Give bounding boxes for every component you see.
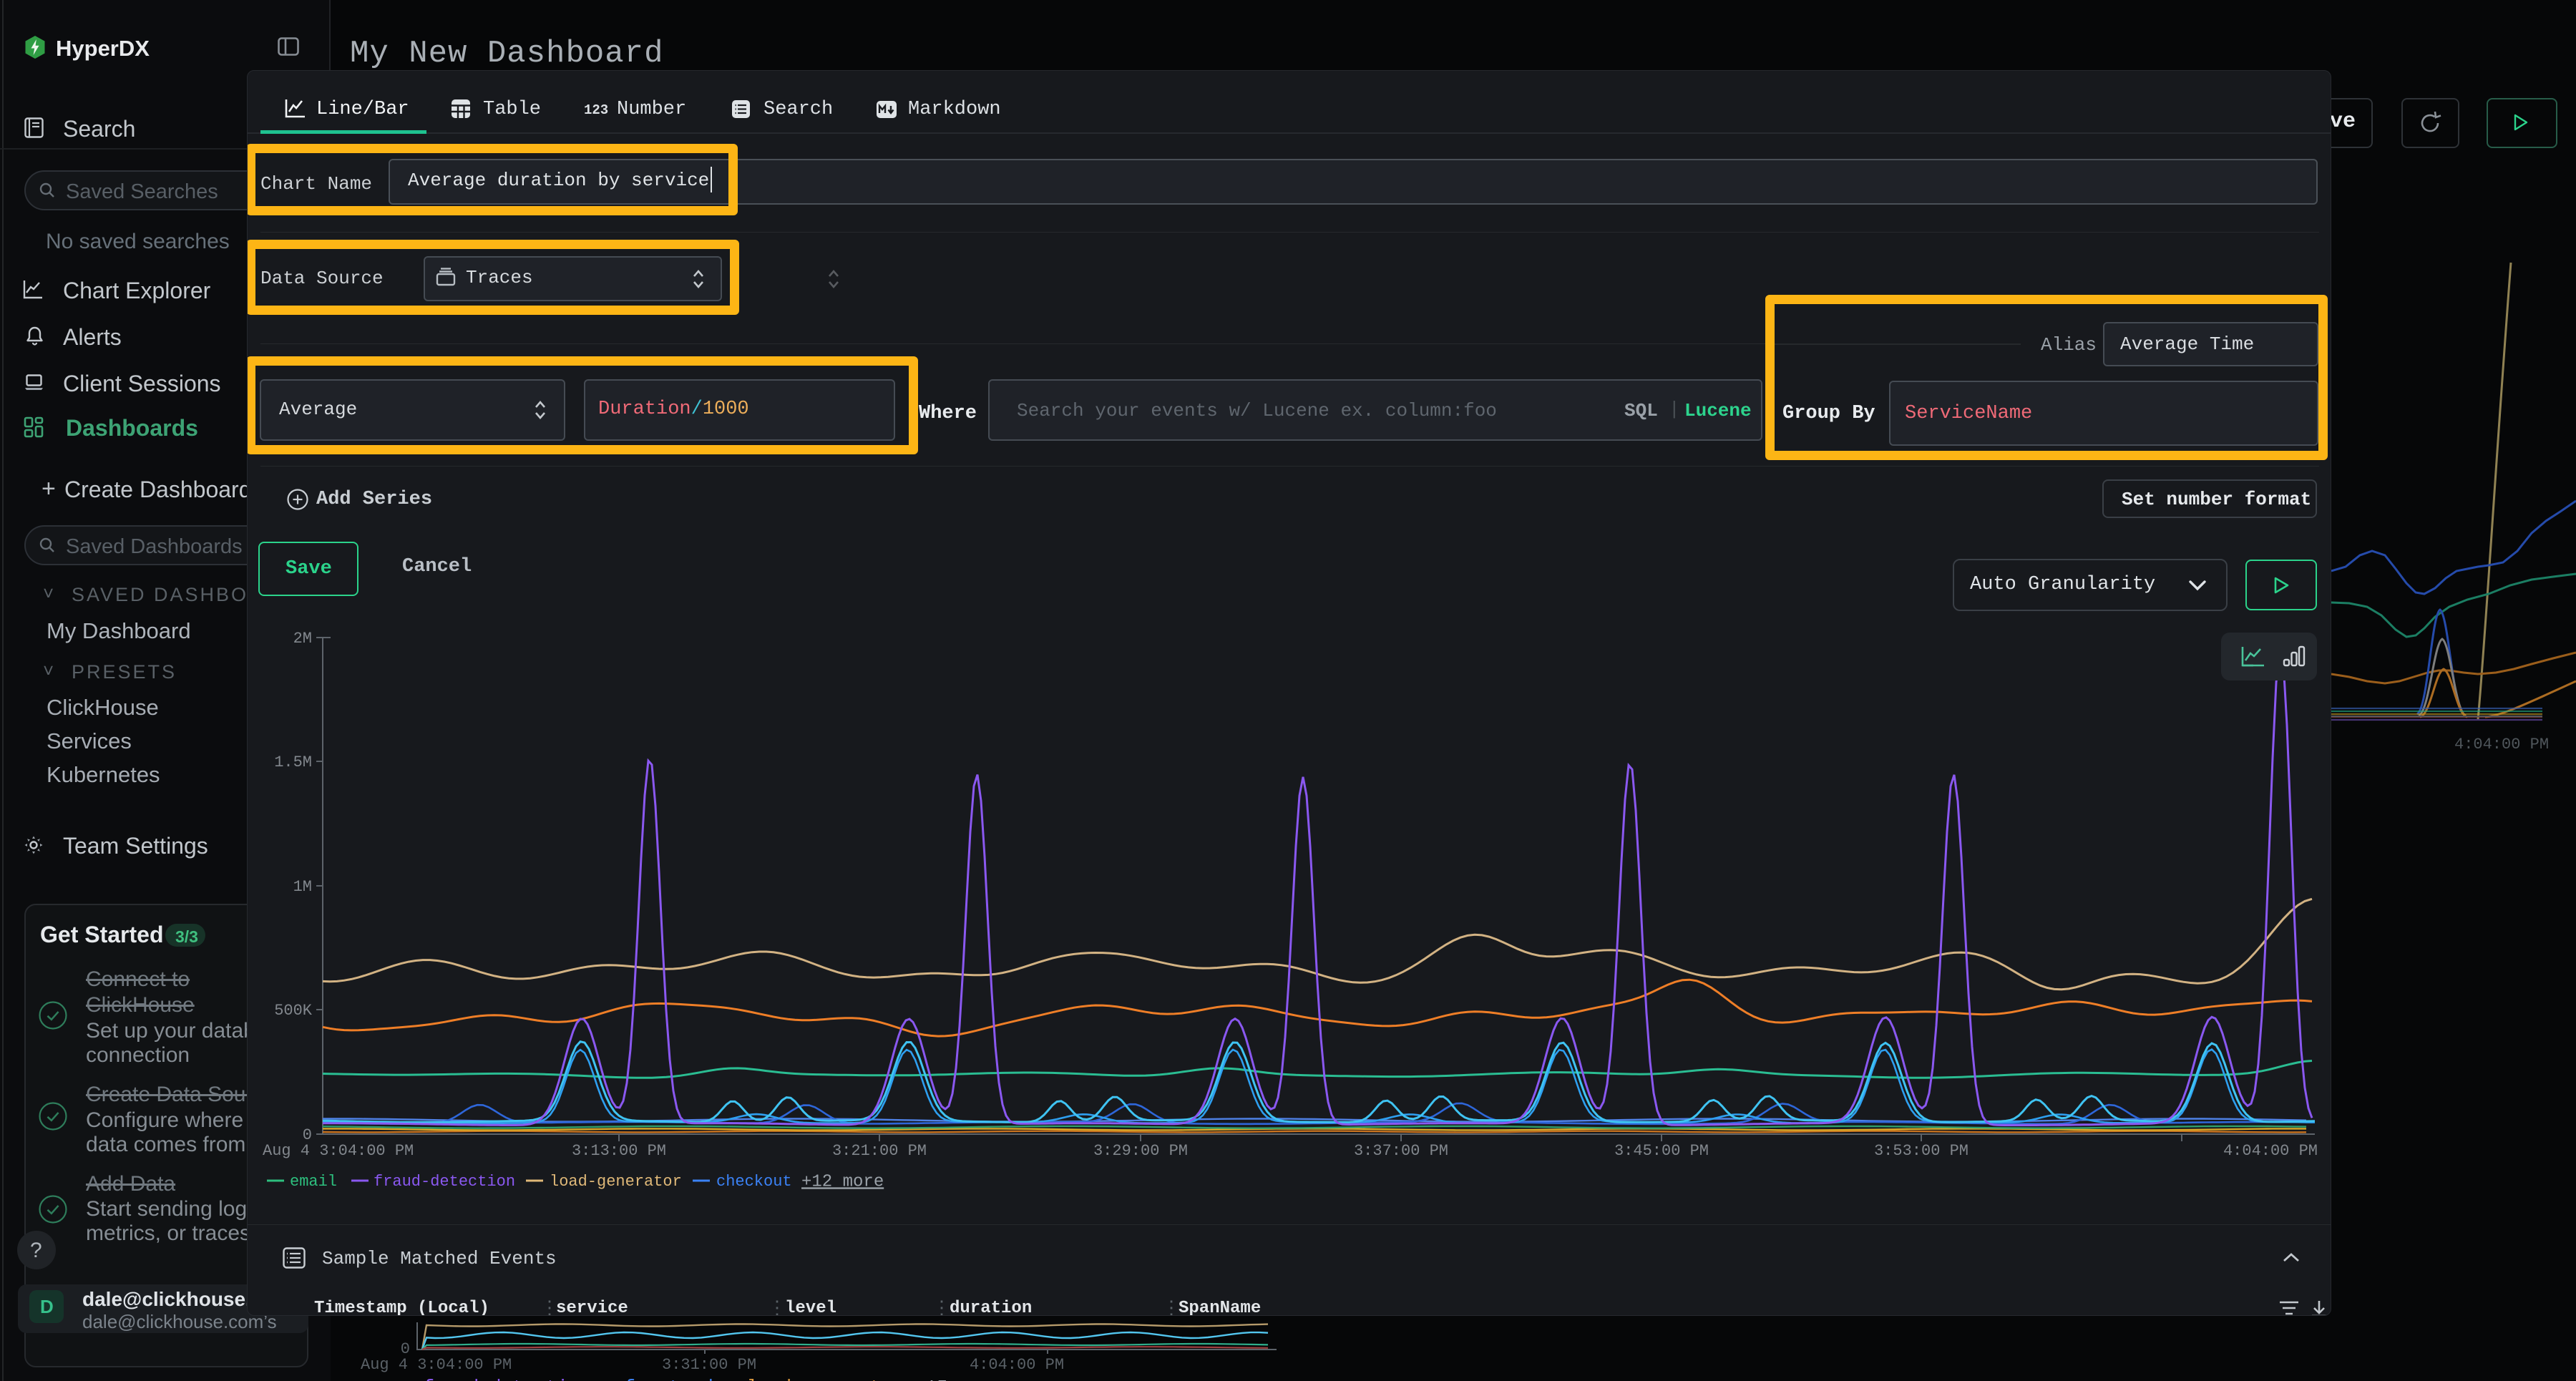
svg-text:4:04:00 PM: 4:04:00 PM [970,1356,1064,1374]
svg-text:Aug 4 3:04:00 PM: Aug 4 3:04:00 PM [361,1356,512,1374]
svg-text:+12 more: +12 more [801,1172,884,1191]
svg-text:load-generator: load-generator [550,1173,682,1191]
svg-text:3:29:00 PM: 3:29:00 PM [1093,1142,1188,1160]
svg-text:3:53:00 PM: 3:53:00 PM [1874,1142,1968,1160]
svg-text:3:21:00 PM: 3:21:00 PM [832,1142,927,1160]
svg-text:3:31:00 PM: 3:31:00 PM [662,1356,756,1374]
svg-text:3:37:00 PM: 3:37:00 PM [1354,1142,1448,1160]
svg-text:500K: 500K [274,1002,313,1020]
svg-text:email: email [290,1173,337,1191]
svg-text:checkout: checkout [716,1173,792,1191]
svg-text:4:04:00 PM: 4:04:00 PM [2223,1142,2318,1160]
svg-text:3:45:00 PM: 3:45:00 PM [1614,1142,1709,1160]
svg-text:fraud-detection: fraud-detection [374,1173,515,1191]
svg-text:3:13:00 PM: 3:13:00 PM [572,1142,666,1160]
svg-text:4:04:00 PM: 4:04:00 PM [2454,736,2549,753]
svg-text:— fraud-detection — frontend —: — fraud-detection — frontend — load-gene… [400,1377,1004,1381]
svg-text:Aug 4 3:04:00 PM: Aug 4 3:04:00 PM [263,1142,414,1160]
svg-text:1M: 1M [293,878,312,896]
svg-text:1.5M: 1.5M [274,753,312,771]
svg-text:2M: 2M [293,630,312,648]
